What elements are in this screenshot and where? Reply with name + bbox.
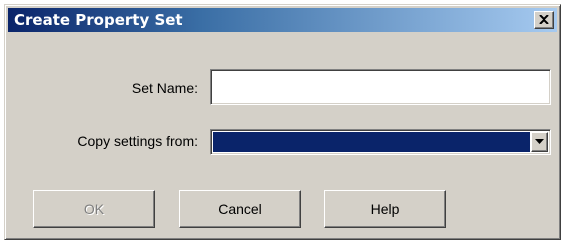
copy-settings-selected-value[interactable] (213, 132, 530, 152)
set-name-input[interactable] (210, 69, 551, 105)
chevron-down-icon (535, 139, 544, 144)
dropdown-arrow-button[interactable] (531, 132, 548, 152)
title-bar[interactable]: Create Property Set (8, 8, 557, 32)
close-button[interactable] (534, 11, 554, 29)
set-name-label: Set Name: (131, 80, 198, 96)
help-button[interactable]: Help (324, 190, 446, 228)
ok-button[interactable]: OK (33, 190, 155, 228)
cancel-button[interactable]: Cancel (179, 190, 301, 228)
dialog-title: Create Property Set (14, 11, 183, 29)
copy-settings-dropdown[interactable] (210, 129, 551, 155)
copy-settings-label: Copy settings from: (77, 133, 198, 149)
close-icon (539, 15, 549, 24)
create-property-set-dialog: Create Property Set Set Name: Copy setti… (4, 4, 561, 240)
